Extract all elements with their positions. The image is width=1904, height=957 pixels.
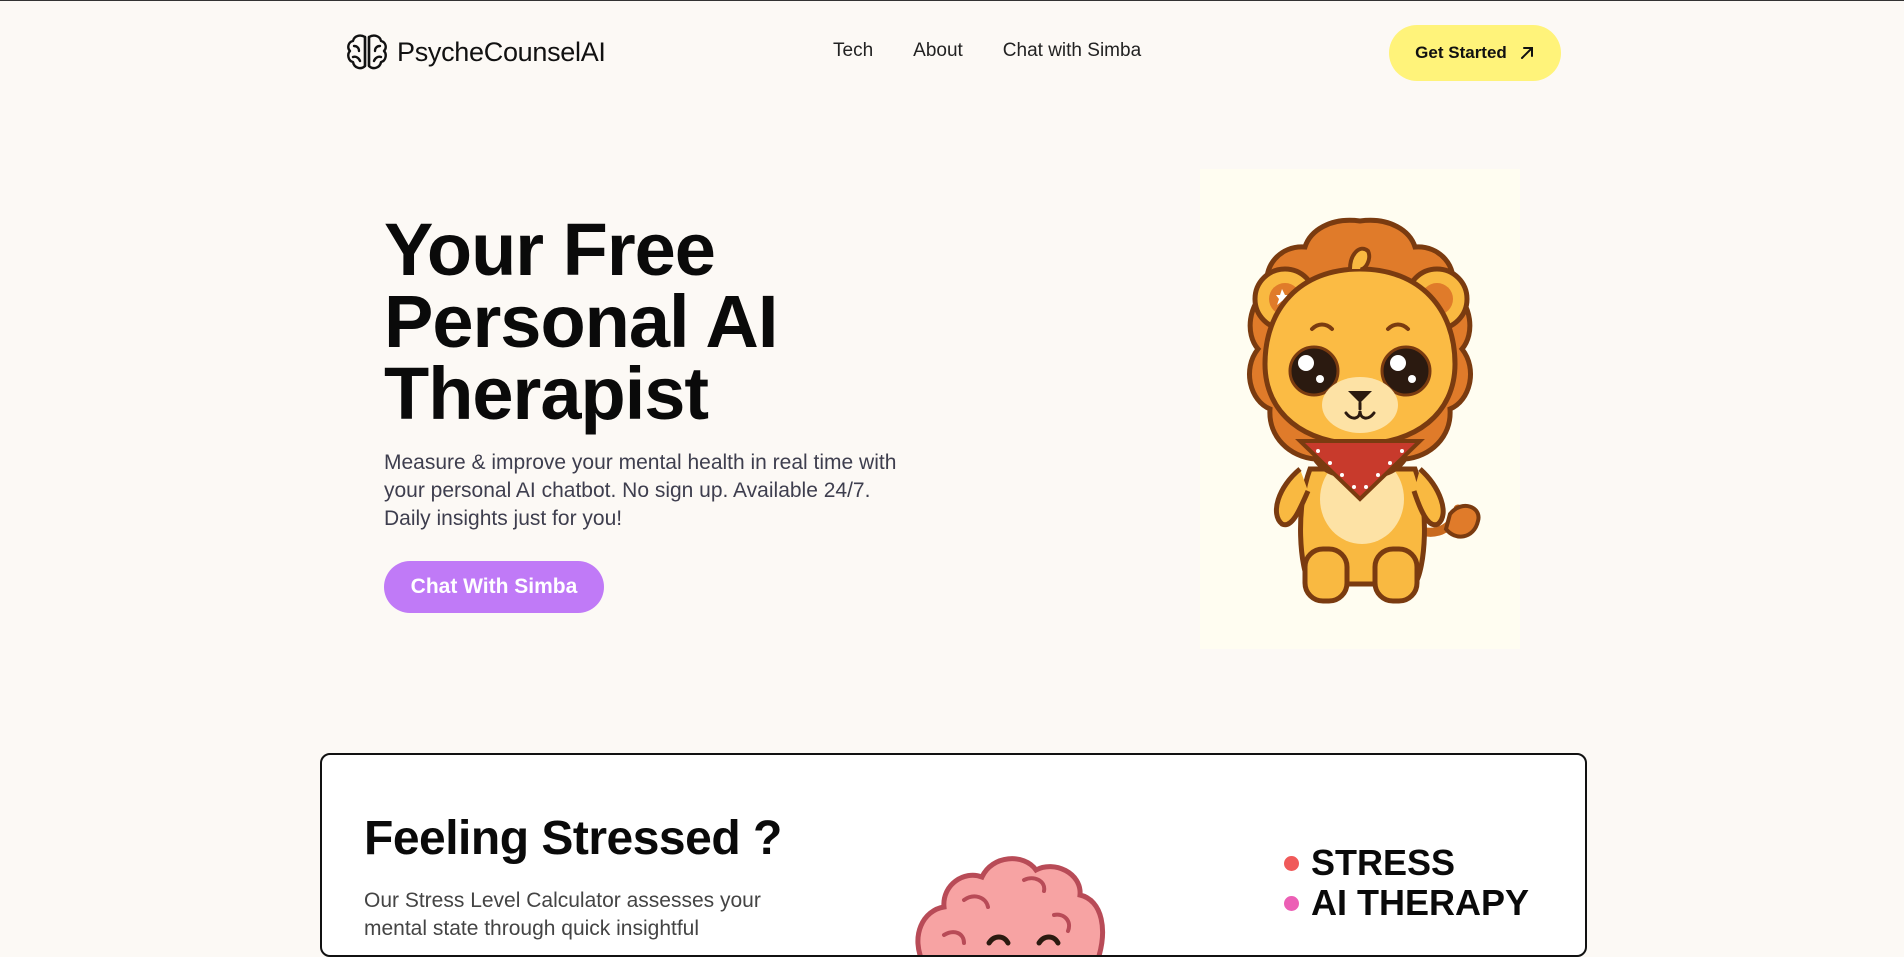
arrow-up-right-icon bbox=[1520, 47, 1533, 59]
nav-link-chat-with-simba[interactable]: Chat with Simba bbox=[1003, 40, 1141, 62]
brand-logo[interactable]: PsycheCounselAI bbox=[345, 32, 606, 72]
hero-subtitle: Measure & improve your mental health in … bbox=[384, 451, 897, 530]
tag-dot-icon bbox=[1284, 895, 1299, 911]
hero-title: Your Free Personal AI Therapist bbox=[384, 208, 944, 435]
chat-with-simba-button[interactable]: Chat With Simba bbox=[384, 561, 604, 613]
top-border bbox=[0, 0, 1904, 1]
tag-label: STRESS bbox=[1311, 842, 1456, 883]
nav-link-tech[interactable]: Tech bbox=[833, 40, 873, 62]
brand-name: PsycheCounselAI bbox=[397, 36, 606, 67]
stress-tags: STRESS AI THERAPY bbox=[1284, 843, 1529, 923]
tag-item: AI THERAPY bbox=[1284, 883, 1529, 923]
stress-section: Feeling Stressed ? Our Stress Level Calc… bbox=[320, 753, 1587, 957]
stress-section-text: Our Stress Level Calculator assesses you… bbox=[364, 889, 761, 940]
tag-item: STRESS bbox=[1284, 843, 1529, 883]
lion-mascot-illustration bbox=[1200, 169, 1520, 649]
hero-title-line: Your Free bbox=[384, 208, 716, 291]
stress-section-title: Feeling Stressed ? bbox=[364, 812, 782, 865]
get-started-button[interactable]: Get Started bbox=[1389, 25, 1561, 81]
tag-dot-icon bbox=[1284, 855, 1299, 871]
tag-label: AI THERAPY bbox=[1311, 882, 1530, 923]
hero-title-line: Therapist bbox=[384, 352, 709, 435]
hero-title-line: Personal AI bbox=[384, 280, 778, 363]
get-started-label: Get Started bbox=[1415, 43, 1507, 62]
nav-link-about[interactable]: About bbox=[913, 40, 963, 62]
main-nav: Tech About Chat with Simba bbox=[833, 40, 1141, 62]
brain-icon bbox=[347, 34, 387, 70]
brain-mascot-illustration bbox=[915, 856, 1105, 955]
